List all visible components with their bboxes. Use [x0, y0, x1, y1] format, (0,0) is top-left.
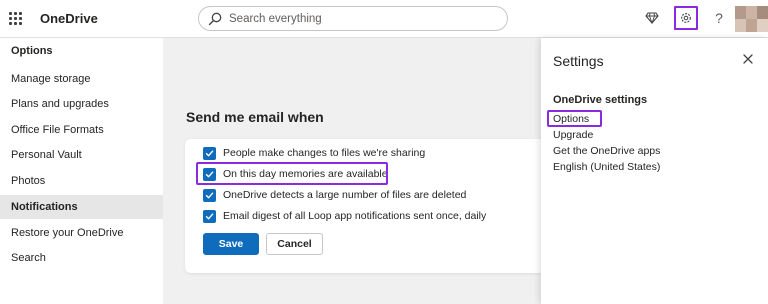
settings-pane: Settings OneDrive settings Options Upgra…: [541, 38, 768, 304]
settings-gear-button[interactable]: [674, 6, 698, 30]
waffle-icon[interactable]: [9, 12, 22, 25]
checkbox-label: Email digest of all Loop app notificatio…: [223, 210, 487, 222]
search-box[interactable]: [198, 6, 508, 31]
section-title: Send me email when: [186, 109, 324, 125]
checkbox-row[interactable]: People make changes to files we're shari…: [203, 145, 425, 161]
settings-link-get-apps[interactable]: Get the OneDrive apps: [553, 145, 660, 157]
gear-icon: [681, 13, 691, 23]
nav-title: Options: [11, 45, 53, 57]
premium-diamond-icon[interactable]: [640, 6, 664, 30]
checkbox-checked[interactable]: [203, 146, 216, 160]
sidebar-item-personal-vault[interactable]: Personal Vault: [0, 143, 163, 167]
sidebar-item-restore-onedrive[interactable]: Restore your OneDrive: [0, 221, 163, 245]
close-icon[interactable]: [741, 52, 755, 66]
highlight-annotation: [196, 162, 388, 185]
sidebar-item-manage-storage[interactable]: Manage storage: [0, 67, 163, 91]
checkbox-checked[interactable]: [203, 209, 216, 223]
checkbox-row[interactable]: OneDrive detects a large number of files…: [203, 187, 466, 203]
settings-link-upgrade[interactable]: Upgrade: [553, 129, 593, 141]
checkbox-label: People make changes to files we're shari…: [223, 147, 426, 159]
checkbox-label: OneDrive detects a large number of files…: [223, 189, 467, 201]
checkmark-icon: [205, 192, 214, 198]
cancel-button[interactable]: Cancel: [266, 233, 323, 255]
left-navigation: Options Manage storage Plans and upgrade…: [0, 38, 163, 304]
sidebar-item-notifications[interactable]: Notifications: [0, 195, 163, 219]
top-header: OneDrive ?: [0, 0, 768, 38]
settings-link-language[interactable]: English (United States): [553, 161, 660, 173]
sidebar-item-photos[interactable]: Photos: [0, 169, 163, 193]
settings-title: Settings: [553, 53, 604, 69]
search-input[interactable]: [229, 10, 499, 28]
sidebar-item-plans-and-upgrades[interactable]: Plans and upgrades: [0, 92, 163, 116]
checkmark-icon: [205, 150, 214, 156]
highlight-annotation: [547, 110, 602, 127]
save-button[interactable]: Save: [203, 233, 259, 255]
sidebar-item-search[interactable]: Search: [0, 246, 163, 270]
settings-subtitle: OneDrive settings: [553, 94, 648, 106]
checkmark-icon: [205, 213, 214, 219]
checkbox-row[interactable]: Email digest of all Loop app notificatio…: [203, 208, 486, 224]
sidebar-item-office-file-formats[interactable]: Office File Formats: [0, 118, 163, 142]
avatar[interactable]: [735, 6, 768, 32]
search-icon: [208, 12, 222, 26]
checkbox-checked[interactable]: [203, 188, 216, 202]
app-brand[interactable]: OneDrive: [40, 11, 98, 26]
help-icon[interactable]: ?: [707, 6, 731, 30]
